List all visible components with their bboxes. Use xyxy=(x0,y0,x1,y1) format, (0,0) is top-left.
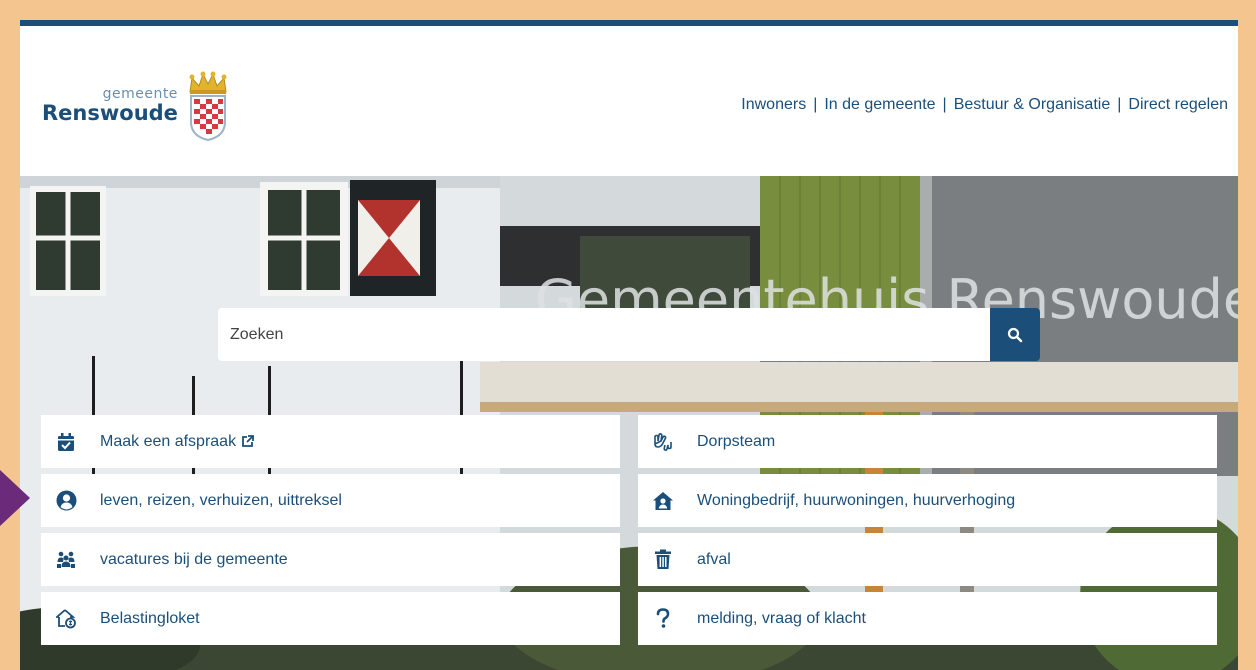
logo-small-text: gemeente xyxy=(102,86,178,102)
search-bar xyxy=(218,308,1040,361)
user-circle-icon xyxy=(55,490,77,512)
question-icon xyxy=(652,608,674,630)
external-link-icon xyxy=(241,435,254,448)
side-marker-arrow xyxy=(0,470,30,526)
tile-label: melding, vraag of klacht xyxy=(697,609,866,627)
nav-separator: | xyxy=(942,96,947,113)
search-input[interactable] xyxy=(218,308,990,361)
tile-label: leven, reizen, verhuizen, uittreksel xyxy=(100,491,342,509)
tile-woningbedrijf[interactable]: Woningbedrijf, huurwoningen, huurverhogi… xyxy=(638,474,1217,527)
tile-dorpsteam[interactable]: Dorpsteam xyxy=(638,415,1217,468)
trash-icon xyxy=(652,549,674,571)
tile-label: Dorpsteam xyxy=(697,432,776,450)
tile-melding-vraag-klacht[interactable]: melding, vraag of klacht xyxy=(638,592,1217,645)
nav-item-inwoners[interactable]: Inwoners xyxy=(741,96,806,114)
nav-item-bestuur-organisatie[interactable]: Bestuur & Organisatie xyxy=(954,96,1111,114)
search-button[interactable] xyxy=(990,308,1040,361)
house-coin-icon xyxy=(55,608,77,630)
site-logo[interactable]: gemeente Renswoude xyxy=(42,70,230,142)
nav-separator: | xyxy=(1117,96,1122,113)
tile-label: afval xyxy=(697,550,731,568)
main-nav: Inwoners | In de gemeente | Bestuur & Or… xyxy=(741,96,1228,114)
nav-separator: | xyxy=(813,96,818,113)
logo-big-text: Renswoude xyxy=(42,101,178,125)
tile-label: Belastingloket xyxy=(100,609,200,627)
tile-maak-een-afspraak[interactable]: Maak een afspraak xyxy=(41,415,620,468)
tile-belastingloket[interactable]: Belastingloket xyxy=(41,592,620,645)
people-group-icon xyxy=(55,549,77,571)
nav-item-direct-regelen[interactable]: Direct regelen xyxy=(1128,96,1228,114)
tile-label: Woningbedrijf, huurwoningen, huurverhogi… xyxy=(697,491,1016,509)
house-user-icon xyxy=(652,490,674,512)
tile-afval[interactable]: afval xyxy=(638,533,1217,586)
search-icon xyxy=(1007,327,1023,342)
quick-links: Maak een afspraak Dorpsteam leven, reize… xyxy=(41,415,1218,645)
tile-label: Maak een afspraak xyxy=(100,432,237,450)
hero-banner: Gemeentehuis Renswoude Zoeken Maak een a… xyxy=(20,176,1238,670)
page-frame: gemeente Renswoude Inwoners | In de geme… xyxy=(20,20,1238,670)
logo-text: gemeente Renswoude xyxy=(42,87,178,125)
hands-icon xyxy=(652,431,674,453)
tile-leven-reizen[interactable]: leven, reizen, verhuizen, uittreksel xyxy=(41,474,620,527)
crest-icon xyxy=(189,71,227,142)
tile-vacatures[interactable]: vacatures bij de gemeente xyxy=(41,533,620,586)
nav-item-in-de-gemeente[interactable]: In de gemeente xyxy=(824,96,935,114)
calendar-check-icon xyxy=(55,431,77,453)
tile-label: vacatures bij de gemeente xyxy=(100,550,288,568)
site-header: gemeente Renswoude Inwoners | In de geme… xyxy=(20,26,1238,176)
